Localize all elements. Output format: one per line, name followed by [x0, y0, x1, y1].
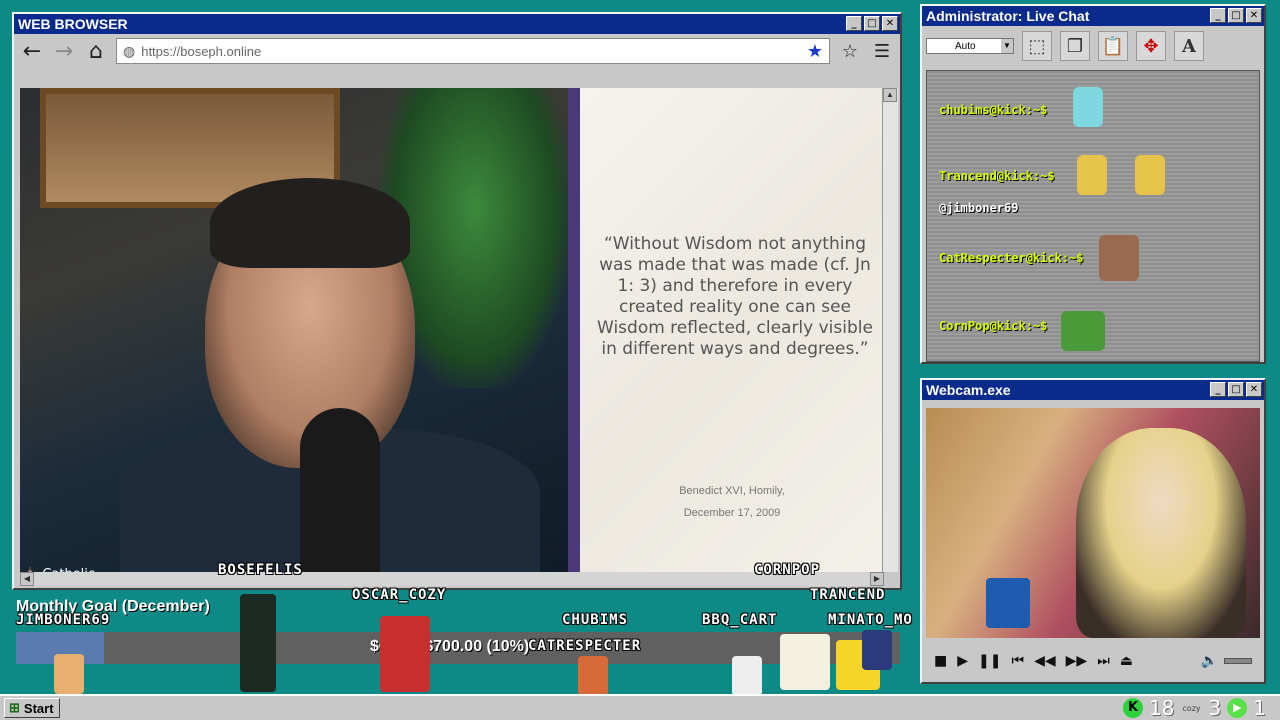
- chat-username[interactable]: Trancend@kick:~$: [939, 169, 1055, 183]
- windows-logo-icon: ⊞: [9, 700, 20, 715]
- scroll-left-icon[interactable]: ◀: [20, 572, 34, 586]
- address-bar[interactable]: ◍ https://boseph.online ★: [116, 38, 830, 64]
- webcam-title: Webcam.exe: [926, 382, 1011, 398]
- skip-forward-icon[interactable]: ⏭: [1097, 653, 1110, 669]
- viewer-sprite: [380, 616, 430, 692]
- volume-icon[interactable]: 🔈: [1201, 653, 1218, 669]
- close-button[interactable]: ✕: [1246, 382, 1262, 397]
- scroll-up-icon[interactable]: ▲: [883, 88, 897, 102]
- webcam-feed: [926, 408, 1260, 638]
- viewer-nameplate: CATRESPECTER: [528, 638, 642, 654]
- globe-icon: ◍: [123, 42, 136, 59]
- size-select[interactable]: Auto ▼: [926, 38, 1014, 54]
- browser-toolbar: ← → ⌂ ◍ https://boseph.online ★ ☆ ☰: [14, 34, 900, 68]
- menu-icon[interactable]: ☰: [870, 39, 894, 63]
- fast-forward-icon[interactable]: ▶▶: [1066, 653, 1088, 669]
- chat-titlebar[interactable]: Administrator: Live Chat _ □ ✕: [922, 6, 1264, 26]
- eject-icon[interactable]: ⏏: [1120, 653, 1133, 669]
- viewer-sprite: [240, 594, 276, 692]
- video-content[interactable]: ⛪ Catholic “Without Wisdom not anything …: [20, 88, 884, 584]
- viewer-sprite: [862, 630, 892, 670]
- quote-text: “Without Wisdom not anything was made th…: [597, 234, 873, 359]
- microphone: [300, 408, 380, 578]
- maximize-button[interactable]: □: [864, 16, 880, 31]
- divider-bar: [568, 88, 580, 584]
- viewer-nameplate: MINATO_MO: [828, 612, 913, 628]
- speaker-video: ⛪ Catholic: [20, 88, 570, 584]
- chat-username[interactable]: CatRespecter@kick:~$: [939, 251, 1084, 265]
- minimize-button[interactable]: _: [1210, 382, 1226, 397]
- rewind-icon[interactable]: ◀◀: [1034, 653, 1056, 669]
- start-button[interactable]: ⊞ Start: [4, 698, 60, 718]
- viewer-nameplate: CORNPOP: [754, 562, 821, 578]
- mug: [986, 578, 1030, 628]
- move-icon[interactable]: ✥: [1136, 31, 1166, 61]
- stop-icon[interactable]: ■: [934, 653, 947, 669]
- minimize-button[interactable]: _: [846, 16, 862, 31]
- bookmark-star-outline-icon[interactable]: ☆: [838, 39, 862, 63]
- select-rect-icon[interactable]: ⬚: [1022, 31, 1052, 61]
- viewer-sprite: [578, 656, 608, 696]
- media-controls: ■ ▶ ❚❚ ⏮ ◀◀ ▶▶ ⏭ ⏏ 🔈: [926, 646, 1260, 676]
- emote-icon: [1073, 87, 1103, 127]
- webcam-window: Webcam.exe _ □ ✕ ■ ▶ ❚❚ ⏮ ◀◀ ▶▶ ⏭ ⏏ 🔈: [920, 378, 1266, 684]
- viewer-sprite: [732, 656, 762, 696]
- speaker-hair: [210, 178, 410, 268]
- emote-icon: [1077, 155, 1107, 195]
- viewer-sprite: [54, 654, 84, 694]
- viewer-sprite: [780, 634, 830, 690]
- chat-title: Administrator: Live Chat: [926, 8, 1090, 24]
- minimize-button[interactable]: _: [1210, 8, 1226, 23]
- text-tool-icon[interactable]: A: [1174, 31, 1204, 61]
- play-count: 1: [1253, 696, 1266, 720]
- emote-icon: [1135, 155, 1165, 195]
- browser-titlebar[interactable]: WEB BROWSER _ □ ✕: [14, 14, 900, 34]
- volume-slider[interactable]: [1224, 658, 1252, 664]
- quote-citation: Benedict XVI, Homily, December 17, 2009: [679, 485, 785, 519]
- browser-window: WEB BROWSER _ □ ✕ ← → ⌂ ◍ https://boseph…: [12, 12, 902, 590]
- viewer-nameplate: BOSEFELIS: [218, 562, 303, 578]
- cozy-count: 3: [1208, 696, 1222, 720]
- webcam-titlebar[interactable]: Webcam.exe _ □ ✕: [922, 380, 1264, 400]
- forward-arrow-icon[interactable]: →: [52, 39, 76, 64]
- emote-icon: [1099, 235, 1139, 281]
- viewer-nameplate: OSCAR_COZY: [352, 587, 447, 603]
- viewer-nameplate: TRANCEND: [810, 587, 886, 603]
- play-circle-icon[interactable]: ▶: [1227, 698, 1248, 718]
- maximize-button[interactable]: □: [1228, 382, 1244, 397]
- emote-icon: [1061, 311, 1105, 351]
- copy-icon[interactable]: ❐: [1060, 31, 1090, 61]
- chat-username[interactable]: chubims@kick:~$: [939, 103, 1047, 117]
- chat-messages[interactable]: chubims@kick:~$ Trancend@kick:~$ @jimbon…: [926, 70, 1260, 362]
- chevron-down-icon[interactable]: ▼: [1001, 39, 1013, 53]
- close-button[interactable]: ✕: [882, 16, 898, 31]
- pause-icon[interactable]: ❚❚: [978, 653, 1001, 669]
- taskbar: ⊞ Start K 18 cozy 3 ▶ 1: [0, 694, 1280, 720]
- system-tray: K 18 cozy 3 ▶ 1: [1123, 696, 1266, 720]
- chat-mention[interactable]: @jimboner69: [939, 201, 1018, 215]
- back-arrow-icon[interactable]: ←: [20, 39, 44, 64]
- viewer-nameplate: JIMBONER69: [16, 612, 111, 628]
- url-text[interactable]: https://boseph.online: [141, 44, 801, 59]
- quote-panel: “Without Wisdom not anything was made th…: [580, 88, 884, 584]
- play-icon[interactable]: ▶: [957, 653, 968, 669]
- cozy-icon[interactable]: cozy: [1181, 704, 1203, 713]
- avatar-character: [1076, 428, 1246, 638]
- skip-back-icon[interactable]: ⏮: [1011, 653, 1024, 669]
- chat-username[interactable]: CornPop@kick:~$: [939, 319, 1047, 333]
- viewer-nameplate: BBQ_CART: [702, 612, 778, 628]
- close-button[interactable]: ✕: [1246, 8, 1262, 23]
- vertical-scrollbar[interactable]: ▲: [882, 88, 898, 572]
- chat-toolbar: Auto ▼ ⬚ ❐ 📋 ✥ A: [922, 26, 1264, 66]
- chat-window: Administrator: Live Chat _ □ ✕ Auto ▼ ⬚ …: [920, 4, 1266, 364]
- maximize-button[interactable]: □: [1228, 8, 1244, 23]
- kick-count: 18: [1149, 696, 1175, 720]
- home-icon[interactable]: ⌂: [84, 39, 108, 64]
- kick-icon[interactable]: K: [1123, 698, 1144, 718]
- browser-title: WEB BROWSER: [18, 16, 128, 32]
- scroll-right-icon[interactable]: ▶: [870, 572, 884, 586]
- bookmark-star-filled-icon[interactable]: ★: [807, 41, 823, 62]
- viewer-nameplate: CHUBIMS: [562, 612, 629, 628]
- paste-icon[interactable]: 📋: [1098, 31, 1128, 61]
